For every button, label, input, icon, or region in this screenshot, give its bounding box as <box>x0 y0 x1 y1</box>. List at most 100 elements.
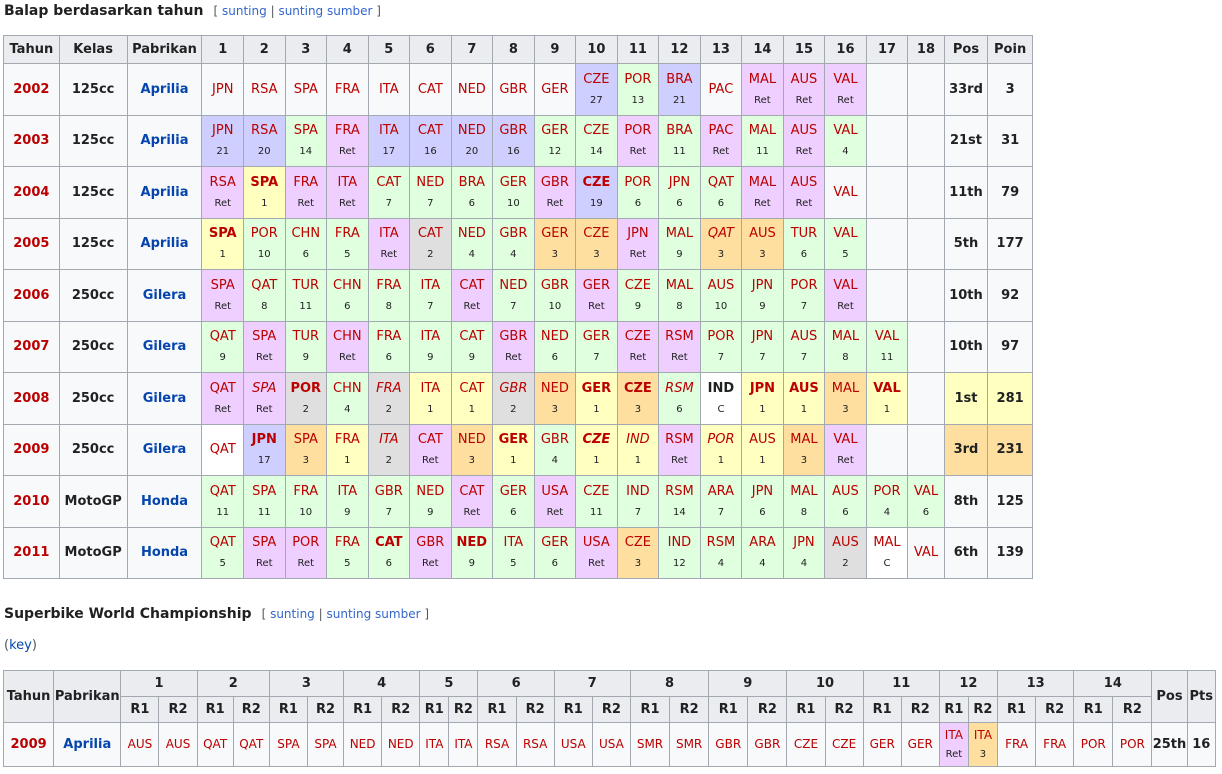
circuit-link[interactable]: RSM <box>660 432 700 447</box>
circuit-link[interactable]: RSM <box>660 484 700 499</box>
circuit-link[interactable]: ITA <box>411 381 451 396</box>
circuit-link[interactable]: GER <box>535 82 575 97</box>
circuit-link[interactable]: POR <box>1075 737 1112 752</box>
circuit-link[interactable]: JPN <box>784 535 824 550</box>
manufacturer-link[interactable]: Aprilia <box>126 63 203 116</box>
edit-link[interactable]: sunting <box>270 607 315 621</box>
circuit-link[interactable]: ITA <box>494 535 534 550</box>
circuit-link[interactable]: MAL <box>867 535 907 550</box>
circuit-link[interactable]: POR <box>701 432 741 447</box>
circuit-link[interactable]: CAT <box>411 82 451 97</box>
manufacturer-link[interactable]: Aprilia <box>126 166 203 219</box>
circuit-link[interactable]: ITA <box>369 432 409 447</box>
circuit-link[interactable]: POR <box>867 484 907 499</box>
circuit-link[interactable]: CAT <box>452 484 492 499</box>
circuit-link[interactable]: ITA <box>411 329 451 344</box>
circuit-link[interactable]: ITA <box>411 278 451 293</box>
year-link[interactable]: 2009 <box>3 423 60 476</box>
circuit-link[interactable]: IND <box>660 535 700 550</box>
circuit-link[interactable]: CHN <box>328 329 368 344</box>
circuit-link[interactable]: MAL <box>743 123 783 138</box>
circuit-link[interactable]: GER <box>535 226 575 241</box>
circuit-link[interactable]: FRA <box>369 381 409 396</box>
circuit-link[interactable]: QAT <box>203 329 243 344</box>
circuit-link[interactable]: ITA <box>328 484 368 499</box>
year-link[interactable]: 2005 <box>3 217 60 270</box>
circuit-link[interactable]: QAT <box>198 737 232 752</box>
circuit-link[interactable]: SPA <box>308 737 342 752</box>
circuit-link[interactable]: TUR <box>784 226 824 241</box>
circuit-link[interactable]: TUR <box>286 329 326 344</box>
circuit-link[interactable]: SPA <box>203 278 243 293</box>
circuit-link[interactable]: GER <box>535 123 575 138</box>
circuit-link[interactable]: SPA <box>203 226 243 241</box>
circuit-link[interactable]: FRA <box>369 329 409 344</box>
circuit-link[interactable]: RSM <box>660 329 700 344</box>
circuit-link[interactable]: AUS <box>122 737 158 752</box>
circuit-link[interactable]: NED <box>535 381 575 396</box>
circuit-link[interactable]: MAL <box>660 278 700 293</box>
manufacturer-link[interactable]: Gilera <box>126 269 203 322</box>
circuit-link[interactable]: CZE <box>577 175 617 190</box>
circuit-link[interactable]: USA <box>535 484 575 499</box>
circuit-link[interactable]: SMR <box>671 737 708 752</box>
circuit-link[interactable]: GER <box>902 737 938 752</box>
circuit-link[interactable]: CZE <box>577 72 617 87</box>
year-link[interactable]: 2009 <box>2 722 55 767</box>
circuit-link[interactable]: AUS <box>784 329 824 344</box>
circuit-link[interactable]: NED <box>535 329 575 344</box>
circuit-link[interactable]: VAL <box>909 545 943 560</box>
circuit-link[interactable]: IND <box>701 381 741 396</box>
circuit-link[interactable]: SPA <box>286 82 326 97</box>
circuit-link[interactable]: USA <box>593 737 629 752</box>
circuit-link[interactable]: NED <box>411 175 451 190</box>
circuit-link[interactable]: FRA <box>999 737 1035 752</box>
circuit-link[interactable]: RSA <box>244 82 284 97</box>
circuit-link[interactable]: CHN <box>328 381 368 396</box>
circuit-link[interactable]: GBR <box>411 535 451 550</box>
circuit-link[interactable]: ITA <box>328 175 368 190</box>
circuit-link[interactable]: RSA <box>517 737 553 752</box>
year-link[interactable]: 2003 <box>3 114 60 167</box>
circuit-link[interactable]: JPN <box>244 432 284 447</box>
circuit-link[interactable]: CAT <box>411 123 451 138</box>
circuit-link[interactable]: RSM <box>701 535 741 550</box>
circuit-link[interactable]: VAL <box>826 226 866 241</box>
year-link[interactable]: 2008 <box>3 372 60 425</box>
circuit-link[interactable]: CAT <box>452 278 492 293</box>
circuit-link[interactable]: POR <box>1114 737 1151 752</box>
circuit-link[interactable]: QAT <box>203 381 243 396</box>
circuit-link[interactable]: TUR <box>286 278 326 293</box>
circuit-link[interactable]: FRA <box>286 175 326 190</box>
circuit-link[interactable]: SPA <box>244 484 284 499</box>
circuit-link[interactable]: MAL <box>743 72 783 87</box>
circuit-link[interactable]: GBR <box>494 226 534 241</box>
circuit-link[interactable]: JPN <box>618 226 658 241</box>
circuit-link[interactable]: CZE <box>618 329 658 344</box>
circuit-link[interactable]: FRA <box>328 123 368 138</box>
circuit-link[interactable]: BRA <box>660 72 700 87</box>
circuit-link[interactable]: ITA <box>369 123 409 138</box>
circuit-link[interactable]: FRA <box>328 535 368 550</box>
circuit-link[interactable]: CZE <box>826 737 862 752</box>
circuit-link[interactable]: CZE <box>618 278 658 293</box>
circuit-link[interactable]: JPN <box>743 484 783 499</box>
circuit-link[interactable]: SMR <box>631 737 668 752</box>
circuit-link[interactable]: NED <box>411 484 451 499</box>
circuit-link[interactable]: CAT <box>452 329 492 344</box>
circuit-link[interactable]: AUS <box>784 123 824 138</box>
circuit-link[interactable]: JPN <box>203 123 243 138</box>
circuit-link[interactable]: USA <box>577 535 617 550</box>
edit-link[interactable]: sunting <box>222 4 267 18</box>
circuit-link[interactable]: MAL <box>784 484 824 499</box>
circuit-link[interactable]: CAT <box>411 226 451 241</box>
circuit-link[interactable]: RSA <box>203 175 243 190</box>
circuit-link[interactable]: ITA <box>369 226 409 241</box>
circuit-link[interactable]: GBR <box>535 278 575 293</box>
circuit-link[interactable]: CZE <box>577 123 617 138</box>
circuit-link[interactable]: CAT <box>369 535 409 550</box>
circuit-link[interactable]: ITA <box>421 737 448 752</box>
circuit-link[interactable]: POR <box>244 226 284 241</box>
circuit-link[interactable]: CZE <box>618 381 658 396</box>
circuit-link[interactable]: POR <box>784 278 824 293</box>
